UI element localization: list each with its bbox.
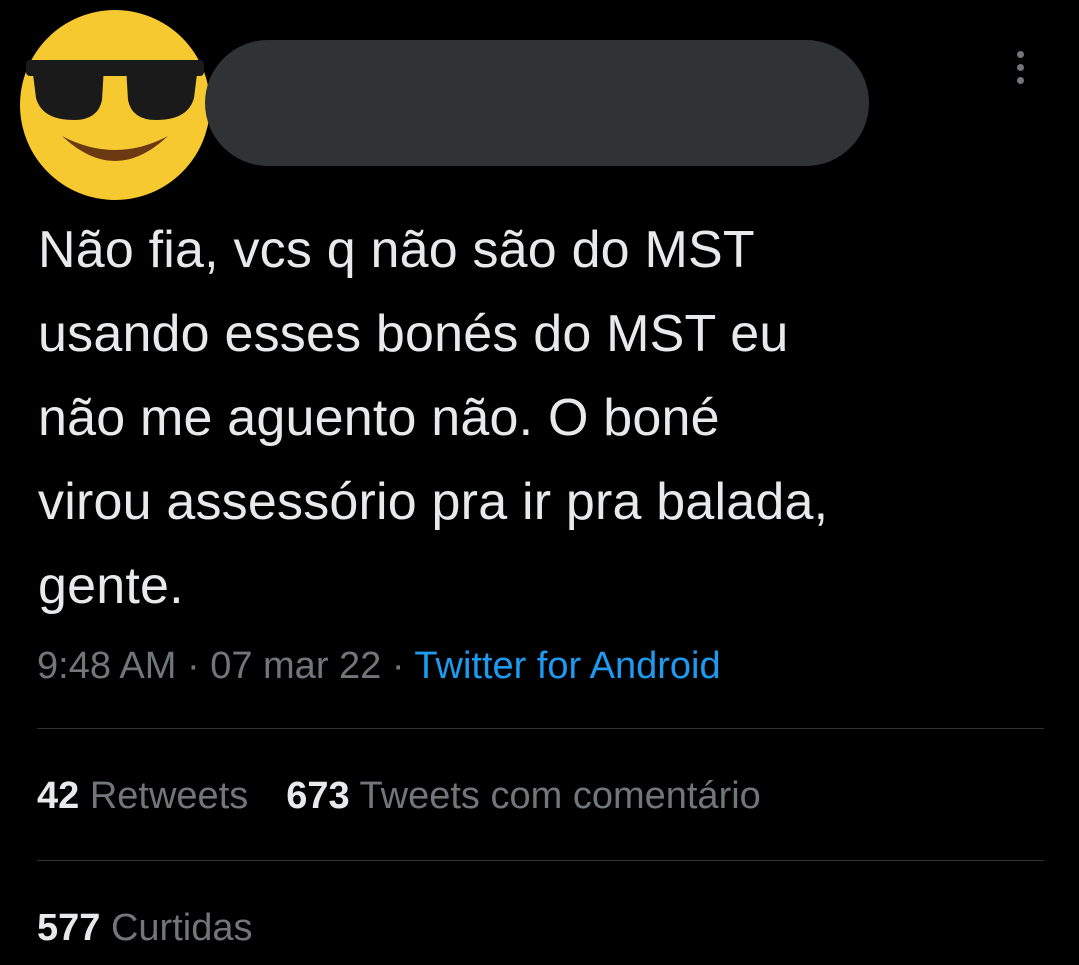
- likes-count: 577: [37, 907, 101, 949]
- more-vertical-icon: [1016, 50, 1024, 58]
- avatar[interactable]: [18, 8, 212, 202]
- engagement-row: 42 Retweets 673 Tweets com comentário: [37, 770, 761, 822]
- meta-separator: ·: [176, 645, 211, 687]
- quotes-stat[interactable]: 673 Tweets com comentário: [286, 775, 761, 817]
- divider: [37, 728, 1044, 729]
- divider: [37, 860, 1044, 861]
- redacted-username: [205, 40, 869, 166]
- more-options-button[interactable]: [1000, 42, 1040, 92]
- tweet-date[interactable]: 07 mar 22: [210, 645, 381, 687]
- retweets-label: Retweets: [89, 775, 249, 817]
- retweets-count: 42: [37, 775, 80, 817]
- tweet-text: Não fia, vcs q não são do MST usando ess…: [38, 221, 829, 615]
- tweet-meta: 9:48 AM · 07 mar 22 · Twitter for Androi…: [37, 640, 721, 692]
- more-vertical-icon-dot: [1016, 63, 1024, 71]
- quotes-label: Tweets com comentário: [359, 775, 761, 817]
- likes-row: 577 Curtidas: [37, 902, 252, 954]
- quotes-count: 673: [286, 775, 350, 817]
- meta-separator: ·: [381, 645, 415, 687]
- more-vertical-icon-dot: [1016, 76, 1024, 84]
- retweets-stat[interactable]: 42 Retweets: [37, 775, 248, 817]
- tweet-source-link[interactable]: Twitter for Android: [414, 645, 720, 687]
- likes-stat[interactable]: 577 Curtidas: [37, 907, 252, 949]
- sunglasses-emoji-icon: [20, 10, 210, 200]
- likes-label: Curtidas: [110, 907, 253, 949]
- tweet-time[interactable]: 9:48 AM: [37, 645, 176, 687]
